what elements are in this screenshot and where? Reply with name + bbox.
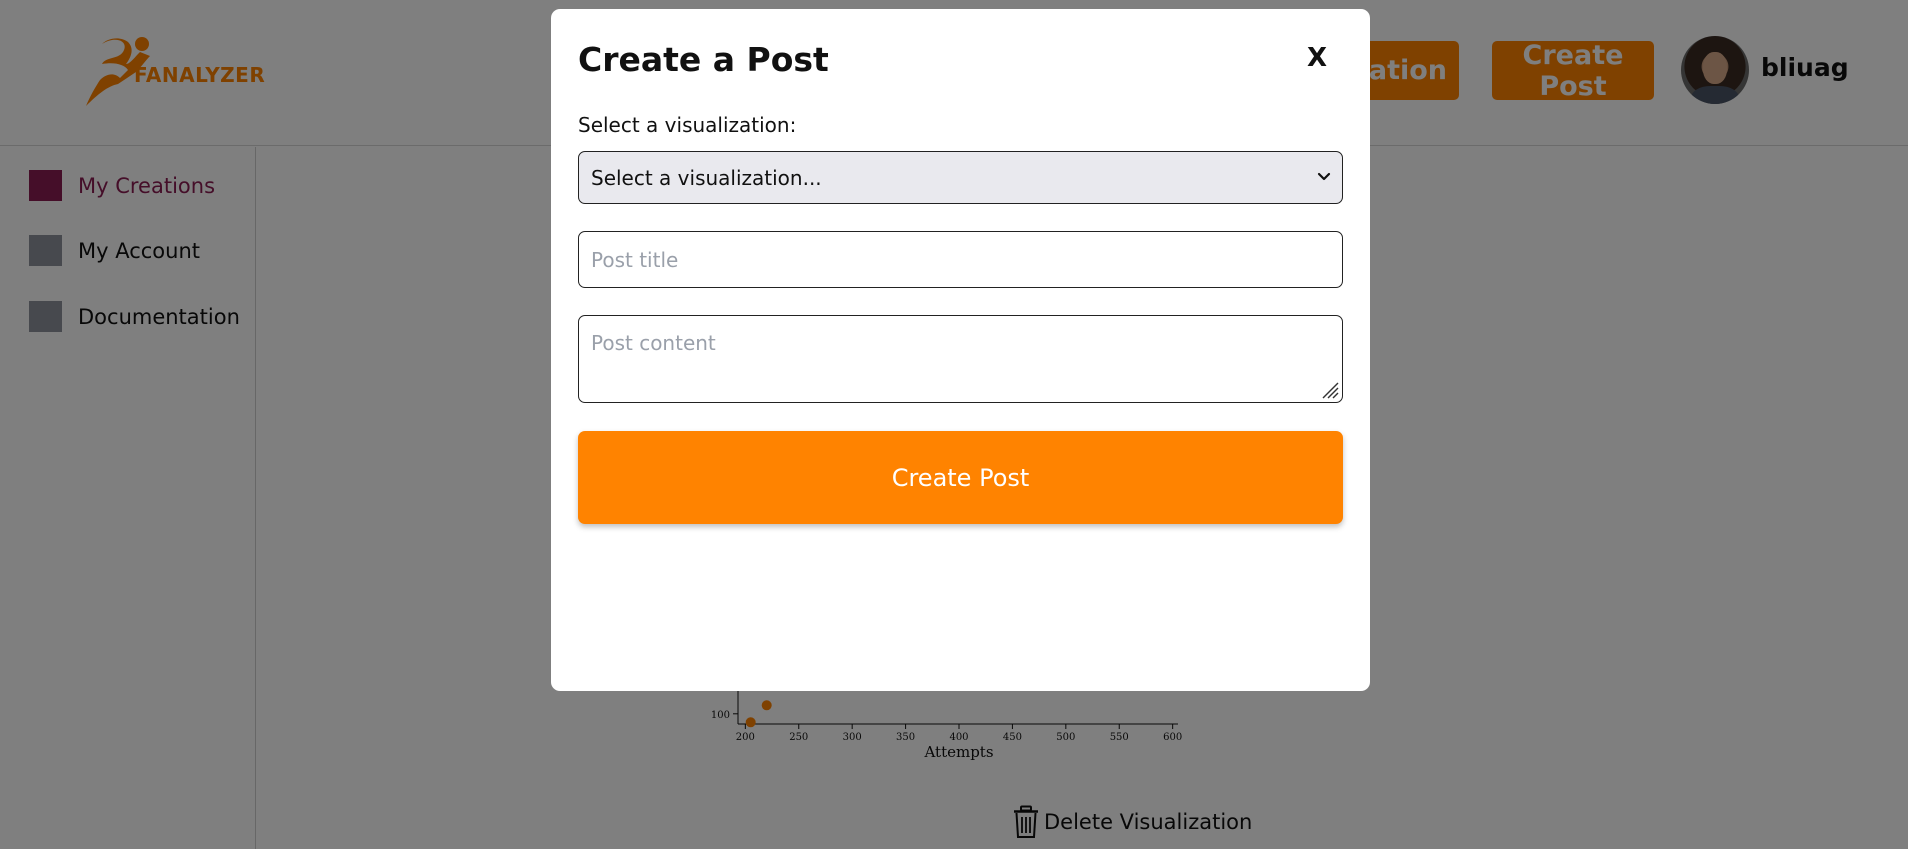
- textarea-resize-handle[interactable]: [1319, 379, 1339, 399]
- visualization-select-value: Select a visualization...: [591, 165, 822, 190]
- post-title-input[interactable]: [578, 231, 1343, 288]
- select-visualization-label: Select a visualization:: [578, 113, 797, 137]
- post-content-textarea[interactable]: [578, 315, 1343, 403]
- create-post-modal: Create a Post X Select a visualization: …: [551, 9, 1370, 691]
- close-button[interactable]: X: [1307, 43, 1327, 73]
- create-post-submit-button[interactable]: Create Post: [578, 431, 1343, 524]
- modal-title: Create a Post: [578, 40, 829, 79]
- chevron-down-icon: [1317, 172, 1331, 181]
- visualization-select[interactable]: Select a visualization...: [578, 151, 1343, 204]
